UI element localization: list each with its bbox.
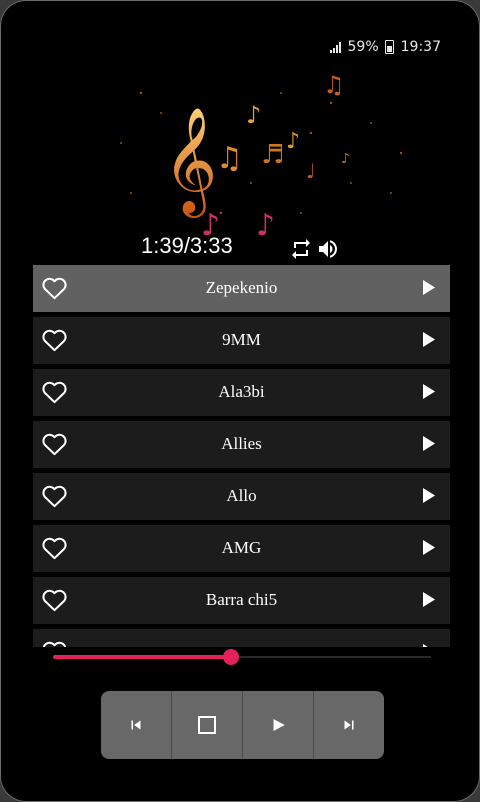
play-track-icon[interactable] [422, 591, 436, 608]
seek-track[interactable] [231, 656, 431, 658]
battery-percent: 59% [347, 39, 379, 55]
music-notes-artwork: 𝄞 ♫ ♪ ♬ ♪ ♫ ♩ ♪ ♪ ♪ [120, 71, 403, 243]
track-title: 9MM [222, 330, 261, 349]
favorite-heart-icon[interactable] [41, 535, 68, 560]
track-row[interactable]: Allo [33, 473, 450, 520]
favorite-heart-icon[interactable] [41, 379, 68, 404]
track-row[interactable]: Zepekenio [33, 265, 450, 312]
svg-text:♬: ♬ [261, 140, 284, 170]
seek-thumb[interactable] [223, 649, 239, 665]
track-row[interactable] [33, 629, 450, 647]
seek-progress[interactable] [53, 655, 231, 659]
svg-text:♪: ♪ [341, 151, 350, 167]
play-icon [273, 719, 285, 731]
track-title: Allies [221, 434, 262, 453]
app-screen: 59% 19:37 𝄞 ♫ ♪ ♬ ♪ ♫ ♩ ♪ ♪ ♪ 1:39/3:33 [0, 0, 480, 802]
status-bar: 59% 19:37 [329, 39, 441, 55]
favorite-heart-icon[interactable] [41, 587, 68, 612]
play-track-icon[interactable] [422, 435, 436, 452]
track-row[interactable]: Barra chi5 [33, 577, 450, 624]
skip-next-icon [344, 720, 354, 730]
device: 59% 19:37 𝄞 ♫ ♪ ♬ ♪ ♫ ♩ ♪ ♪ ♪ 1:39/3:33 [0, 0, 480, 802]
time-row: 1:39/3:33 [141, 233, 381, 265]
stop-icon [198, 716, 216, 734]
play-track-icon[interactable] [422, 383, 436, 400]
play-track-icon[interactable] [422, 643, 436, 647]
svg-text:♪: ♪ [286, 129, 300, 154]
track-title: Allo [226, 486, 257, 505]
clock: 19:37 [400, 39, 441, 55]
play-track-icon[interactable] [422, 539, 436, 556]
track-title: Zepekenio [205, 278, 278, 297]
track-row[interactable]: AMG [33, 525, 450, 572]
track-row[interactable]: 9MM [33, 317, 450, 364]
next-button[interactable] [314, 691, 384, 759]
svg-text:♪: ♪ [246, 101, 261, 129]
playback-controls [101, 691, 384, 759]
stop-button[interactable] [172, 691, 243, 759]
favorite-heart-icon[interactable] [41, 483, 68, 508]
favorite-heart-icon[interactable] [41, 275, 68, 300]
play-button[interactable] [243, 691, 314, 759]
favorite-heart-icon[interactable] [41, 431, 68, 456]
track-row[interactable]: Ala3bi [33, 369, 450, 416]
svg-text:♫: ♫ [216, 141, 243, 176]
play-track-icon[interactable] [422, 279, 436, 296]
previous-button[interactable] [101, 691, 172, 759]
playback-time: 1:39/3:33 [141, 233, 233, 258]
play-track-icon[interactable] [422, 331, 436, 348]
track-title: Barra chi5 [205, 590, 278, 609]
repeat-icon[interactable] [289, 237, 313, 261]
svg-text:♩: ♩ [306, 159, 315, 183]
track-title: AMG [221, 538, 262, 557]
svg-text:♫: ♫ [323, 71, 345, 99]
skip-previous-icon [131, 720, 141, 730]
track-row[interactable]: Allies [33, 421, 450, 468]
volume-icon[interactable] [316, 237, 340, 261]
signal-icon [329, 41, 341, 53]
track-list[interactable]: Zepekenio 9MM Ala3bi Allies Allo AMG Barra chi… [33, 265, 450, 647]
play-track-icon[interactable] [422, 487, 436, 504]
track-title: Ala3bi [218, 382, 265, 401]
favorite-heart-icon[interactable] [41, 639, 68, 647]
svg-text:𝄞: 𝄞 [163, 106, 217, 218]
battery-icon [384, 40, 394, 54]
favorite-heart-icon[interactable] [41, 327, 68, 352]
